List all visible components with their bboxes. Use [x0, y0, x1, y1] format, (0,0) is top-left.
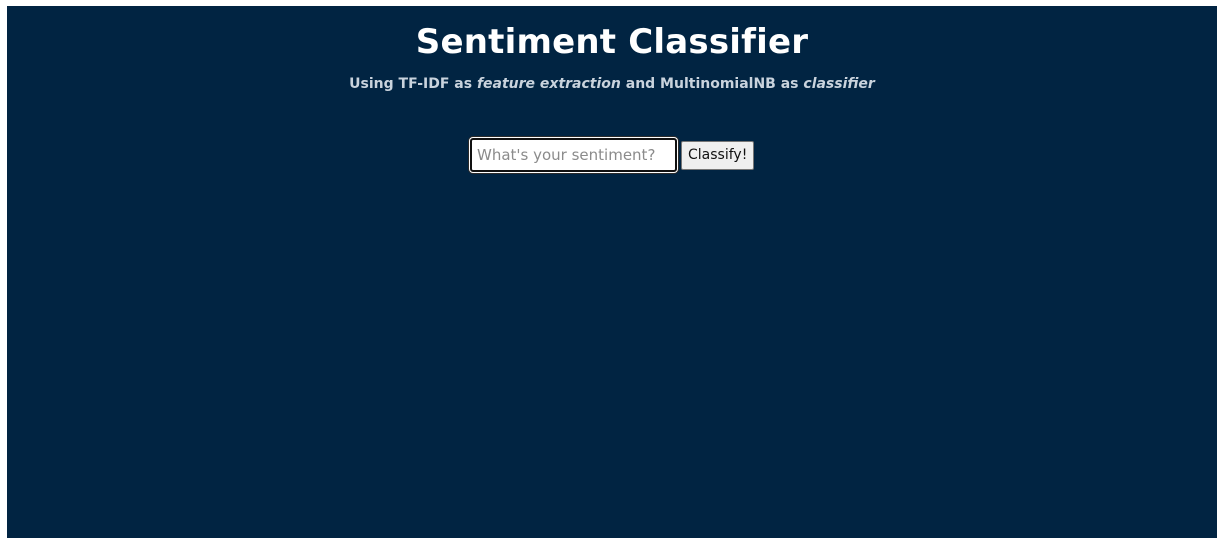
classification-form: Classify!	[470, 138, 755, 172]
feature-extraction-text: feature extraction	[476, 76, 621, 92]
subtitle-middle: and MultinomialNB as	[620, 76, 804, 92]
subtitle-prefix: Using TF-IDF as	[349, 76, 477, 92]
classify-button[interactable]: Classify!	[681, 140, 755, 170]
page-subtitle: Using TF-IDF as feature extraction and M…	[7, 75, 1217, 93]
page-title: Sentiment Classifier	[415, 22, 809, 62]
sentiment-input[interactable]	[470, 138, 677, 172]
classifier-text: classifier	[803, 76, 875, 92]
sentiment-app: Sentiment Classifier Using TF-IDF as fea…	[7, 6, 1217, 538]
